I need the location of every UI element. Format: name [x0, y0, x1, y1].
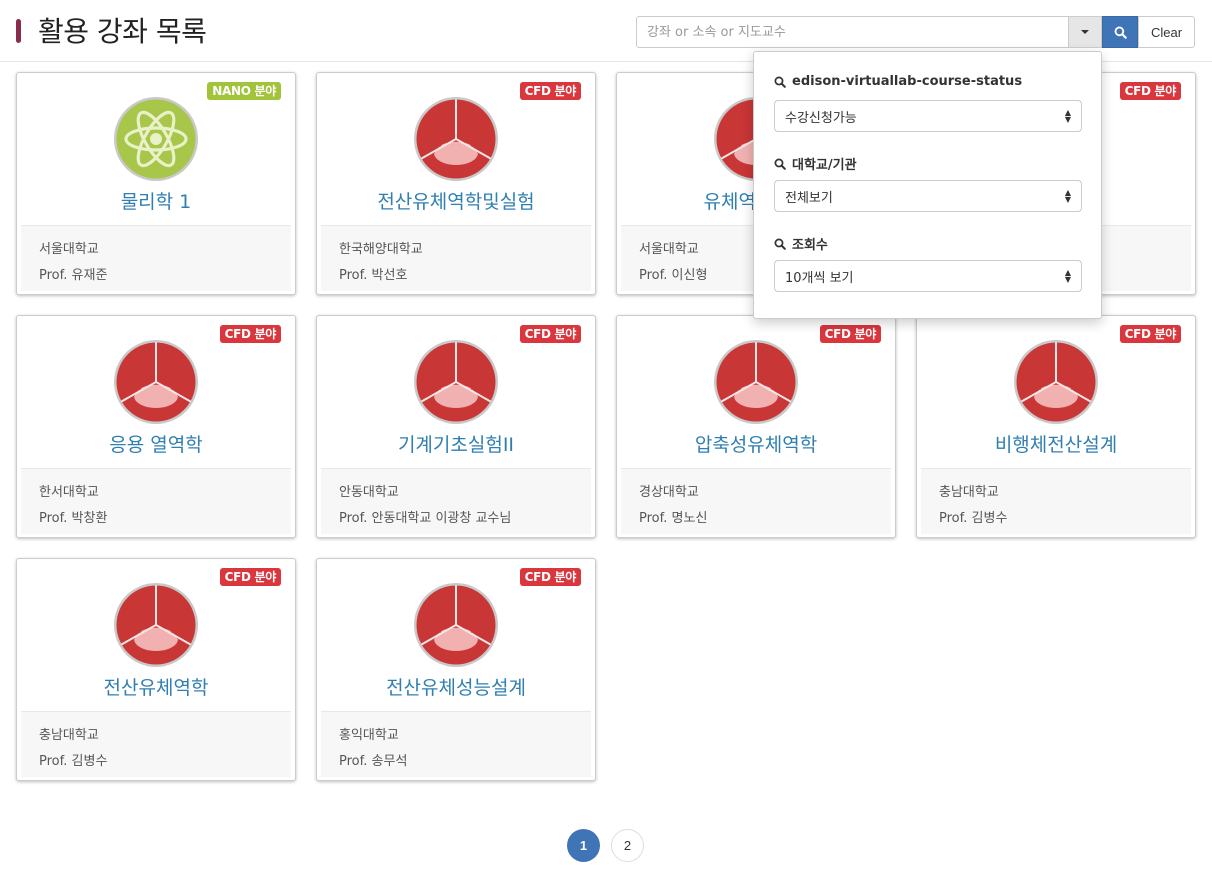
category-badge: CFD 분야 — [1119, 325, 1181, 343]
university-select[interactable]: 전체보기 ▲ ▼ — [774, 180, 1082, 212]
cfd-icon — [713, 339, 799, 425]
course-card[interactable]: CFD 분야 전산유체성능설계 홍익대학교 Prof. 송무석 — [316, 558, 596, 781]
course-card[interactable]: CFD 분야 응용 열역학 한서대학교 Prof. 박창환 — [16, 315, 296, 538]
category-badge: NANO 분야 — [207, 82, 281, 100]
views-select-value: 10개씩 보기 — [785, 270, 854, 286]
search-input[interactable] — [636, 16, 1069, 48]
course-card[interactable]: CFD 분야 압축성유체역학 경상대학교 Prof. 명노신 — [616, 315, 896, 538]
university-filter-label: 대학교/기관 — [774, 154, 857, 173]
course-professor: Prof. 송무석 — [339, 754, 408, 769]
category-badge: CFD 분야 — [219, 568, 281, 586]
title-accent-bar — [16, 19, 21, 43]
course-university: 한서대학교 — [39, 485, 99, 500]
course-title[interactable]: 압축성유체역학 — [617, 430, 895, 457]
course-title[interactable]: 전산유체역학및실험 — [317, 187, 595, 214]
updown-arrows-icon: ▲ ▼ — [1064, 268, 1071, 284]
university-filter-label-text: 대학교/기관 — [792, 158, 857, 173]
cfd-icon — [113, 339, 199, 425]
course-professor: Prof. 이신형 — [639, 268, 708, 283]
course-university: 서울대학교 — [639, 242, 699, 257]
course-university: 홍익대학교 — [339, 728, 399, 743]
views-filter-label-text: 조회수 — [792, 238, 828, 253]
course-university: 충남대학교 — [39, 728, 99, 743]
course-university: 안동대학교 — [339, 485, 399, 500]
status-select[interactable]: 수강신청가능 ▲ ▼ — [774, 100, 1082, 132]
course-card[interactable]: CFD 분야 전산유체역학및실험 한국해양대학교 Prof. 박선호 — [316, 72, 596, 295]
page-1-button[interactable]: 1 — [567, 829, 600, 862]
course-card[interactable]: CFD 분야 비행체전산설계 충남대학교 Prof. 김병수 — [916, 315, 1196, 538]
atom-icon — [113, 96, 199, 182]
views-select[interactable]: 10개씩 보기 ▲ ▼ — [774, 260, 1082, 292]
course-professor: Prof. 김병수 — [39, 754, 108, 769]
search-button[interactable] — [1102, 16, 1138, 48]
course-title[interactable]: 물리학 1 — [17, 187, 295, 214]
course-university: 한국해양대학교 — [339, 242, 423, 257]
course-card[interactable]: NANO 분야 물리학 1 서울대학교 Prof. 유재준 — [16, 72, 296, 295]
page-2-button[interactable]: 2 — [611, 829, 644, 862]
course-title[interactable]: 전산유체성능설계 — [317, 673, 595, 700]
course-info: 서울대학교 Prof. 유재준 — [21, 225, 291, 291]
category-badge: CFD 분야 — [219, 325, 281, 343]
course-info: 충남대학교 Prof. 김병수 — [921, 468, 1191, 534]
course-professor: Prof. 유재준 — [39, 268, 108, 283]
cfd-icon — [413, 582, 499, 668]
course-card[interactable]: CFD 분야 전산유체역학 충남대학교 Prof. 김병수 — [16, 558, 296, 781]
course-title[interactable]: 응용 열역학 — [17, 430, 295, 457]
pagination: 1 2 — [0, 829, 1212, 863]
page-title: 활용 강좌 목록 — [38, 15, 207, 48]
course-info: 충남대학교 Prof. 김병수 — [21, 711, 291, 777]
status-select-value: 수강신청가능 — [785, 110, 857, 126]
search-icon — [774, 238, 786, 250]
status-filter-label: edison-virtuallab-course-status — [774, 74, 1022, 89]
cfd-icon — [413, 96, 499, 182]
category-badge: CFD 분야 — [819, 325, 881, 343]
caret-down-icon — [1081, 30, 1089, 34]
updown-arrows-icon: ▲ ▼ — [1064, 108, 1071, 124]
course-professor: Prof. 안동대학교 이광창 교수님 — [339, 511, 512, 526]
course-university: 충남대학교 — [939, 485, 999, 500]
course-card[interactable]: CFD 분야 기계기초실험II 안동대학교 Prof. 안동대학교 이광창 교수… — [316, 315, 596, 538]
search-icon — [1114, 26, 1127, 39]
course-university: 경상대학교 — [639, 485, 699, 500]
status-filter-label-text: edison-virtuallab-course-status — [792, 74, 1023, 89]
course-info: 한서대학교 Prof. 박창환 — [21, 468, 291, 534]
course-info: 경상대학교 Prof. 명노신 — [621, 468, 891, 534]
course-professor: Prof. 박창환 — [39, 511, 108, 526]
course-title[interactable]: 비행체전산설계 — [917, 430, 1195, 457]
views-filter-label: 조회수 — [774, 234, 828, 253]
filter-dropdown-toggle[interactable] — [1068, 16, 1102, 48]
course-info: 한국해양대학교 Prof. 박선호 — [321, 225, 591, 291]
category-badge: CFD 분야 — [519, 82, 581, 100]
cfd-icon — [113, 582, 199, 668]
category-badge: CFD 분야 — [1119, 82, 1181, 100]
filter-dropdown-panel: edison-virtuallab-course-status 수강신청가능 ▲… — [753, 51, 1102, 319]
category-badge: CFD 분야 — [519, 568, 581, 586]
clear-button[interactable]: Clear — [1138, 16, 1195, 48]
course-title[interactable]: 기계기초실험II — [317, 430, 595, 457]
course-title[interactable]: 전산유체역학 — [17, 673, 295, 700]
course-professor: Prof. 명노신 — [639, 511, 708, 526]
cfd-icon — [1013, 339, 1099, 425]
course-info: 홍익대학교 Prof. 송무석 — [321, 711, 591, 777]
course-professor: Prof. 박선호 — [339, 268, 408, 283]
cfd-icon — [413, 339, 499, 425]
course-professor: Prof. 김병수 — [939, 511, 1008, 526]
search-icon — [774, 158, 786, 170]
updown-arrows-icon: ▲ ▼ — [1064, 188, 1071, 204]
category-badge: CFD 분야 — [519, 325, 581, 343]
search-icon — [774, 76, 786, 88]
course-info: 안동대학교 Prof. 안동대학교 이광창 교수님 — [321, 468, 591, 534]
course-university: 서울대학교 — [39, 242, 99, 257]
university-select-value: 전체보기 — [785, 190, 833, 206]
